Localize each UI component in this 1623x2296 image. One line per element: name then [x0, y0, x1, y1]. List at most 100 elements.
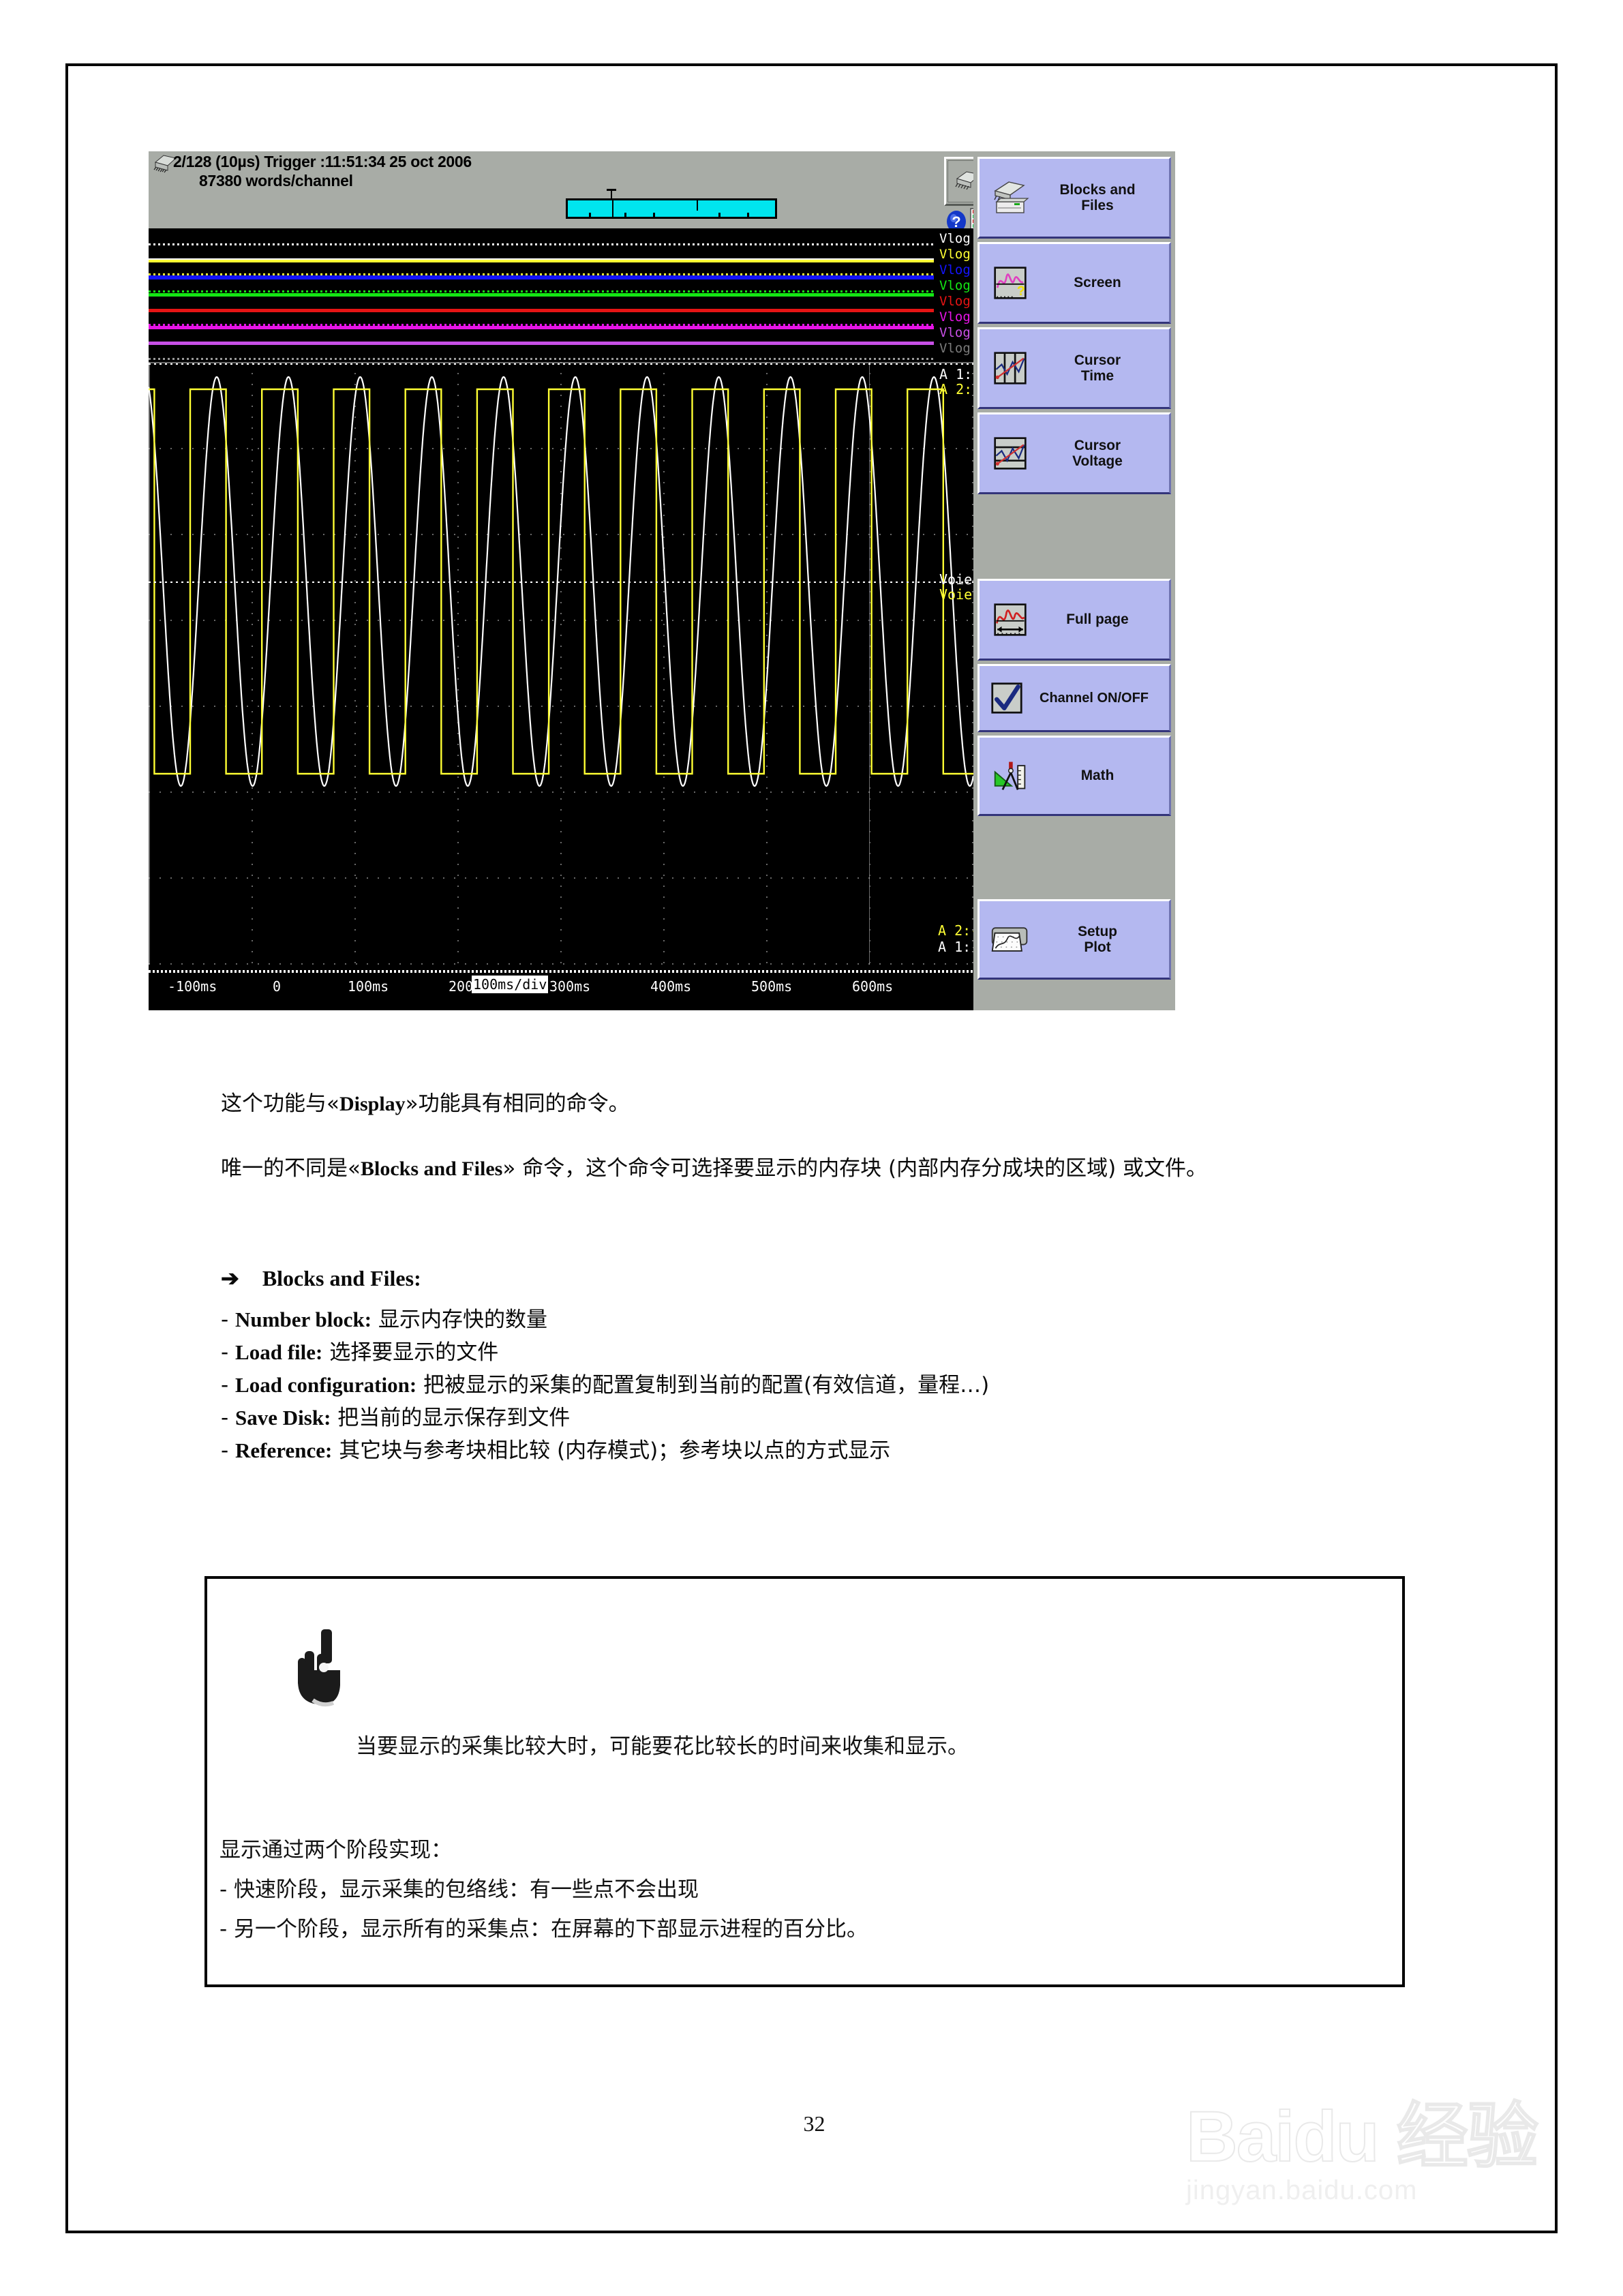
axis-tick-4: 300ms [549, 978, 591, 995]
item-dash: - [221, 1406, 229, 1431]
document-page: 2/128 (10µs) Trigger :11:51:34 25 oct 20… [65, 63, 1558, 2233]
item-term: Number block: [235, 1308, 372, 1331]
softkey-label-line1: Channel ON/OFF [1040, 690, 1149, 706]
softkey-label-line1: Math [1080, 768, 1114, 784]
setup-plot-icon [989, 918, 1031, 961]
scope-words-per-channel: 87380 words/channel [199, 172, 353, 190]
waveform-curves [149, 376, 973, 787]
para1-bold: Display [339, 1093, 406, 1115]
softkey-label-line1: Cursor [1074, 352, 1121, 368]
softkey-label: Blocks and Files [1031, 182, 1169, 214]
scale-bottom-ch1: A 1:-5 V [938, 939, 973, 955]
axis-rule [149, 970, 973, 973]
list-item: - Load configuration: 把被显示的采集的配置复制到当前的配置… [221, 1369, 1407, 1402]
screen-waveform-icon: ? [989, 262, 1031, 304]
softkey-label: Screen [1031, 275, 1169, 290]
softkey-screen[interactable]: ? Screen [977, 242, 1171, 324]
scope-plot-canvas: Vlog 1 Vlog 2 Vlog 3 Vlog 4 Vlog 5 Vlog … [149, 228, 1014, 1010]
timebase-overlay: 100ms/div [472, 976, 549, 993]
item-desc: 显示内存快的数量 [378, 1308, 547, 1332]
softkey-blocks-and-files[interactable]: Blocks and Files [977, 157, 1171, 239]
softkey-cursor-voltage[interactable]: Cursor Voltage [977, 412, 1171, 494]
softkey-math[interactable]: Math [977, 736, 1171, 816]
paragraph-1: 这个功能与«Display»功能具有相同的命令。 [221, 1089, 1407, 1119]
softkey-label-line1: Screen [1074, 275, 1121, 291]
arrow-icon: ➔ [221, 1266, 239, 1290]
softkey-menu: Blocks and Files ? Screen Cursor Time Cu… [973, 151, 1175, 1010]
item-list: - Number block: 显示内存快的数量 - Load file: 选择… [221, 1303, 1407, 1467]
math-compass-icon [989, 755, 1031, 797]
para2-pre: 唯一的不同是« [221, 1156, 361, 1181]
axis-tick-1: 0 [273, 978, 282, 995]
axis-tick-0: -100ms [168, 978, 217, 995]
note-heading: 显示通过两个阶段实现： [219, 1838, 452, 1862]
logic-label-6: Vlog [939, 309, 971, 324]
list-item: - Reference: 其它块与参考块相比较 (内存模式)；参考块以点的方式显… [221, 1434, 1407, 1467]
paragraph-2: 唯一的不同是«Blocks and Files» 命令，这个命令可选择要显示的内… [221, 1153, 1407, 1184]
pointing-hand-icon [298, 1629, 340, 1707]
scope-acquisition-info: 2/128 (10µs) Trigger :11:51:34 25 oct 20… [173, 153, 472, 170]
zero-reference-line [149, 581, 973, 583]
logic-label-8: Vlog [939, 341, 971, 356]
softkey-full-page[interactable]: Full page [977, 579, 1171, 661]
list-item: - Load file: 选择要显示的文件 [221, 1336, 1407, 1369]
softkey-label: Setup Plot [1031, 924, 1169, 956]
axis-tick-6: 500ms [751, 978, 793, 995]
full-page-icon [989, 599, 1031, 641]
item-term: Save Disk: [235, 1406, 331, 1430]
softkey-label: Full page [1031, 611, 1169, 627]
trigger-marker-icon [611, 189, 612, 198]
item-dash: - [221, 1340, 229, 1365]
axis-tick-2: 100ms [348, 978, 389, 995]
logic-traces-area: Vlog 1 Vlog 2 Vlog 3 Vlog 4 Vlog 5 Vlog … [149, 228, 1014, 362]
blocks-and-files-heading: ➔ Blocks and Files: [221, 1263, 1407, 1295]
channel-mid-label-1: Voie [939, 571, 973, 588]
item-desc: 其它块与参考块相比较 (内存模式)；参考块以点的方式显示 [339, 1438, 891, 1464]
softkey-label: Math [1031, 768, 1169, 783]
memory-position-bar[interactable] [566, 189, 777, 219]
item-term: Load file: [235, 1340, 323, 1365]
softkey-label: Channel ON/OFF [1025, 691, 1169, 706]
para1-pre: 这个功能与« [221, 1091, 339, 1116]
softkey-spacer-2 [977, 819, 1171, 896]
item-desc: 把被显示的采集的配置复制到当前的配置(有效信道，量程…) [423, 1373, 990, 1398]
logic-label-4: Vlog [939, 278, 971, 293]
logic-label-3: Vlog [939, 262, 971, 277]
oscilloscope-screenshot: 2/128 (10µs) Trigger :11:51:34 25 oct 20… [149, 151, 1175, 1010]
softkey-label-line1: Blocks and [1059, 181, 1136, 198]
item-dash: - [221, 1308, 229, 1332]
arrow-heading-label: Blocks and Files: [262, 1266, 421, 1290]
list-item: - Save Disk: 把当前的显示保存到文件 [221, 1402, 1407, 1434]
softkey-spacer-1 [977, 498, 1171, 575]
logic-label-7: Vlog [939, 325, 971, 340]
softkey-label-line2: Plot [1084, 939, 1111, 955]
softkey-label-line2: Files [1081, 198, 1114, 213]
softkey-label-line2: Time [1080, 368, 1114, 384]
scope-display-area: 2/128 (10µs) Trigger :11:51:34 25 oct 20… [149, 151, 1110, 1010]
scale-bottom-ch2: A 2:-5 V [938, 922, 973, 939]
list-item: - Number block: 显示内存快的数量 [221, 1303, 1407, 1336]
softkey-label-line1: Full page [1066, 611, 1129, 628]
note-main-line: 当要显示的采集比较大时，可能要花比较长的时间来收集和显示。 [356, 1734, 969, 1759]
softkey-setup-plot[interactable]: Setup Plot [977, 899, 1171, 980]
softkey-cursor-time[interactable]: Cursor Time [977, 327, 1171, 409]
scale-top-ch1: A 1: 5 V [939, 366, 973, 382]
page-number: 32 [803, 2111, 825, 2136]
para1-post: »功能具有相同的命令。 [405, 1091, 630, 1116]
note-box: 当要显示的采集比较大时，可能要花比较长的时间来收集和显示。 显示通过两个阶段实现… [204, 1576, 1405, 1987]
analog-waveform-area: A 1: 5 V A 2: 5 V Voie A 1 Voie A 2 A 2:… [149, 362, 973, 965]
item-dash: - [221, 1438, 229, 1464]
softkey-label: Cursor Voltage [1031, 438, 1169, 470]
softkey-label-line2: Voltage [1072, 453, 1123, 469]
logic-label-1: Vlog [939, 231, 971, 246]
channel-mid-label-2: Voie [939, 586, 973, 603]
item-dash: - [221, 1373, 229, 1398]
para2-post: » 命令，这个命令可选择要显示的内存块 (内部内存分成块的区域) 或文件。 [502, 1156, 1208, 1181]
item-term: Load configuration: [235, 1373, 417, 1398]
checkmark-icon [989, 680, 1025, 716]
axis-tick-7: 600ms [852, 978, 894, 995]
softkey-channel-on-off[interactable]: Channel ON/OFF [977, 664, 1171, 732]
time-axis: -100ms 0 100ms 200ms 300ms 400ms 500ms 6… [149, 965, 973, 1010]
item-term: Reference: [235, 1438, 333, 1463]
logic-label-2: Vlog [939, 247, 971, 262]
